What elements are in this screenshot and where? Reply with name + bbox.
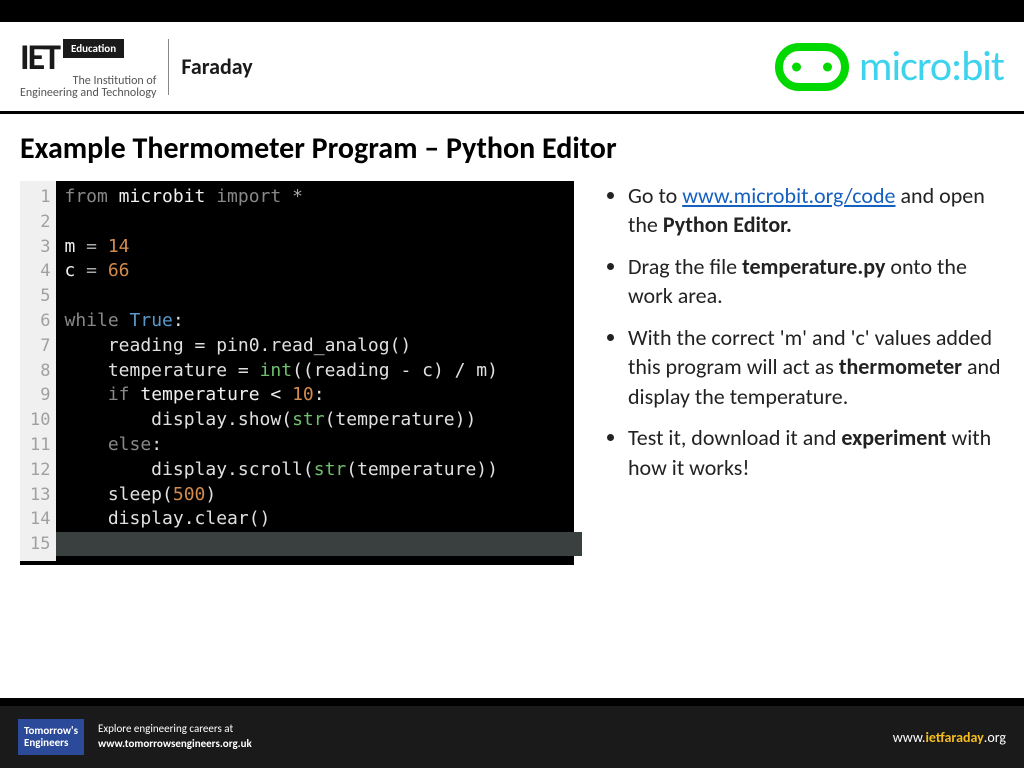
education-badge: Education	[63, 39, 124, 58]
code-content: from microbit import * m = 14 c = 66 whi…	[56, 181, 574, 561]
divider	[168, 39, 169, 95]
microbit-icon	[775, 43, 849, 91]
microbit-logo-group: micro:bit	[775, 41, 1004, 92]
instruction-list: Go to www.microbit.org/code and open the…	[598, 181, 1004, 565]
microbit-text: micro:bit	[859, 41, 1004, 92]
header: IET Education The Institution ofEngineer…	[0, 22, 1024, 114]
active-line-highlight	[56, 532, 582, 556]
microbit-code-link[interactable]: www.microbit.org/code	[682, 182, 895, 209]
footer-url: www.ietfaraday.org	[893, 729, 1006, 746]
list-item: Test it, download it and experiment with…	[628, 423, 1004, 482]
code-editor: 123 456 789 101112 131415 from microbit …	[20, 181, 574, 565]
faraday-label: Faraday	[181, 53, 252, 80]
line-gutter: 123 456 789 101112 131415	[20, 181, 56, 561]
iet-letters: IET	[20, 35, 59, 79]
iet-subtitle: The Institution ofEngineering and Techno…	[20, 75, 156, 99]
list-item: Go to www.microbit.org/code and open the…	[628, 181, 1004, 240]
slide-title: Example Thermometer Program – Python Edi…	[20, 130, 1004, 167]
top-bar	[0, 0, 1024, 22]
list-item: With the correct 'm' and 'c' values adde…	[628, 323, 1004, 411]
footer-careers-text: Explore engineering careers atwww.tomorr…	[98, 722, 252, 752]
footer-divider	[0, 698, 1024, 706]
content: Example Thermometer Program – Python Edi…	[0, 114, 1024, 581]
iet-logo-group: IET Education The Institution ofEngineer…	[20, 35, 253, 99]
footer: Tomorrow'sEngineers Explore engineering …	[0, 706, 1024, 768]
tomorrows-engineers-badge: Tomorrow'sEngineers	[18, 719, 84, 754]
list-item: Drag the file temperature.py onto the wo…	[628, 252, 1004, 311]
